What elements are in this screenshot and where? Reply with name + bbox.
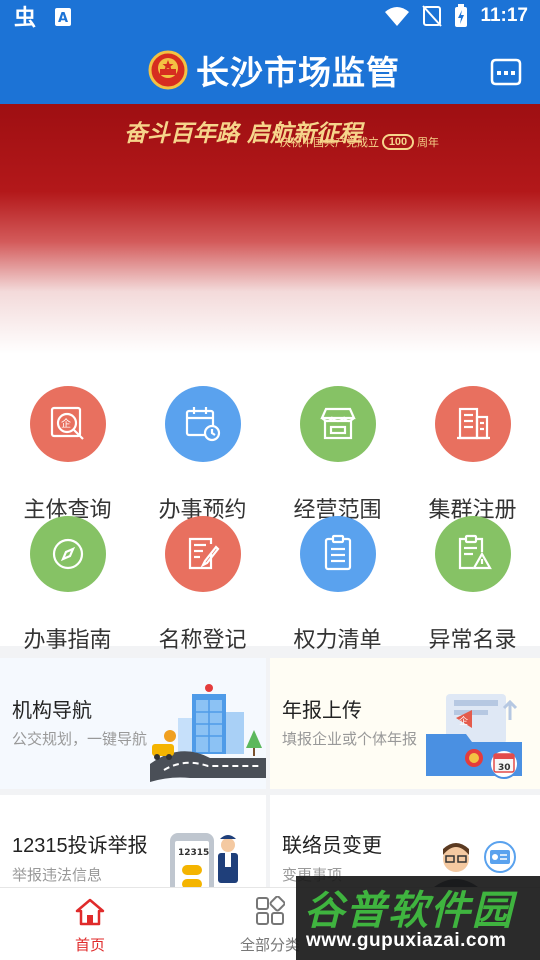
nav-home[interactable]: 首页 <box>30 888 150 960</box>
enterprise-search-icon: 企 <box>30 386 106 462</box>
svg-text:A: A <box>58 11 68 26</box>
service-grid: 企 主体查询 办事预约 经营范围 集群注册 办事指南 名称登记 权力清单 异常名… <box>0 354 540 652</box>
card-title: 联络员变更 <box>282 835 382 857</box>
service-label: 办事指南 <box>23 627 112 652</box>
service-subject-query[interactable]: 企 主体查询 <box>0 386 135 522</box>
battery-charging-icon <box>455 4 468 27</box>
card-complaint-report[interactable]: 12315投诉举报 举报违法信息 12315 <box>0 795 266 887</box>
no-signal-icon <box>422 5 443 27</box>
status-time: 11:17 <box>480 5 528 26</box>
hotline-number: 12315 <box>178 848 209 858</box>
app-notification-icon: 虫 <box>14 5 36 29</box>
status-bar: 虫 A 11:17 <box>0 0 540 36</box>
card-subtitle: 公交规划，一键导航 <box>12 731 148 748</box>
app-header: 长沙市场监管 <box>0 36 540 104</box>
national-emblem-icon <box>148 50 188 90</box>
card-title: 年报上传 <box>282 700 362 722</box>
svg-text:虫: 虫 <box>14 5 36 29</box>
card-title: 12315投诉举报 <box>12 835 148 857</box>
service-label: 权力清单 <box>293 627 382 652</box>
card-subtitle: 填报企业或个体年报 <box>282 731 418 748</box>
service-guide[interactable]: 办事指南 <box>0 516 135 652</box>
compass-icon <box>30 516 106 592</box>
nav-label: 首页 <box>74 937 105 954</box>
service-name-registration[interactable]: 名称登记 <box>135 516 270 652</box>
card-title: 机构导航 <box>12 700 92 722</box>
keyboard-a-icon: A <box>55 8 71 26</box>
scan-icon[interactable] <box>490 58 522 86</box>
list-document-icon <box>300 516 376 592</box>
calendar-clock-icon <box>165 386 241 462</box>
service-label: 异常名录 <box>428 627 517 652</box>
banner-subtitle: 庆祝中国共产党成立 100 周年 <box>280 134 439 150</box>
service-cluster-registration[interactable]: 集群注册 <box>405 386 540 522</box>
home-icon <box>75 898 105 926</box>
warning-document-icon <box>435 516 511 592</box>
card-subtitle: 举报违法信息 <box>12 867 103 884</box>
store-icon <box>300 386 376 462</box>
categories-grid-icon <box>256 896 285 925</box>
hotline-phone-illustration: 12315 <box>170 833 238 887</box>
svg-text:企: 企 <box>459 715 468 727</box>
edit-document-icon <box>165 516 241 592</box>
service-power-list[interactable]: 权力清单 <box>270 516 405 652</box>
wifi-icon <box>385 7 410 26</box>
watermark-url: www.gupuxiazai.com <box>306 930 507 951</box>
report-folder-illustration: 企 30 <box>426 694 522 779</box>
watermark-brand: 谷普软件园 <box>304 889 514 933</box>
banner-carousel[interactable]: 奋斗百年路 启航新征程 庆祝中国共产党成立 100 周年 <box>0 104 540 354</box>
banner-subtitle-prefix: 庆祝中国共产党成立 <box>280 137 379 149</box>
building-icon <box>435 386 511 462</box>
card-agency-navigation[interactable]: 机构导航 公交规划，一键导航 <box>0 658 266 789</box>
calendar-day: 30 <box>498 763 511 773</box>
card-liaison-change[interactable]: 联络员变更 变更事项 <box>270 795 540 887</box>
banner-100-badge: 100 <box>382 134 414 150</box>
service-label: 名称登记 <box>158 627 247 652</box>
svg-text:企: 企 <box>61 417 71 430</box>
page-title: 长沙市场监管 <box>196 54 400 91</box>
service-abnormal-list[interactable]: 异常名录 <box>405 516 540 652</box>
service-appointment[interactable]: 办事预约 <box>135 386 270 522</box>
service-business-scope[interactable]: 经营范围 <box>270 386 405 522</box>
banner-subtitle-suffix: 周年 <box>417 137 439 149</box>
city-navigation-illustration <box>150 684 266 782</box>
watermark: 谷普软件园 www.gupuxiazai.com <box>296 876 540 960</box>
card-annual-report-upload[interactable]: 年报上传 填报企业或个体年报 企 30 <box>270 658 540 789</box>
